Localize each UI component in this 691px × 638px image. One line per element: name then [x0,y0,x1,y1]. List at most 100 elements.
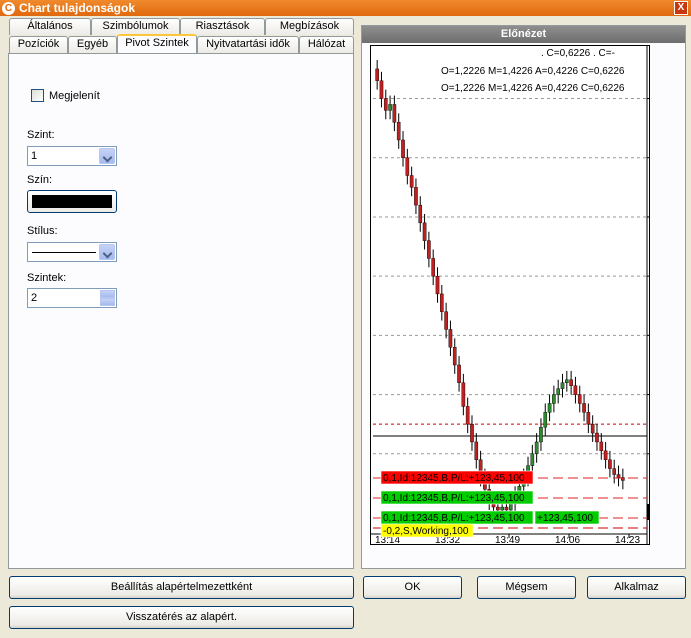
candle-body [427,240,431,259]
show-label: Megjelenít [49,90,100,102]
candle-body [388,104,392,111]
candle-body [465,406,470,425]
candle-body [457,364,461,383]
show-checkbox[interactable] [31,89,44,102]
line-style-preview [32,252,96,253]
candle-body [616,474,621,478]
stepper-down-icon[interactable] [100,298,115,306]
candle-body [586,412,591,425]
tab-nyitvatartasi-idok[interactable]: Nyitvatartási idők [197,36,299,53]
candle-body [452,347,457,366]
x-tick-label: 14:23 [615,535,640,544]
candle-body [552,394,556,404]
color-label: Szín: [27,174,53,186]
candle-body [414,187,418,206]
candle-body [565,379,569,383]
candle-body [470,423,474,443]
window-title: Chart tulajdonságok [19,1,136,15]
candle-body [440,293,444,312]
color-picker-button[interactable] [27,190,117,213]
candle-body [500,506,504,511]
candle-body [431,258,435,277]
candle-body [418,204,423,224]
tab-megbizasok[interactable]: Megbízások [265,18,354,35]
revert-default-button[interactable]: Visszatérés az alapért. [9,606,354,629]
tab-szimbolumok[interactable]: Szimbólumok [91,18,180,35]
tab-egyeb[interactable]: Egyéb [68,36,117,53]
tab-halozat[interactable]: Hálózat [299,36,354,53]
preview-chart: 7,00006,00005,00004,00003,00002,00001,00… [370,45,650,545]
set-default-button[interactable]: Beállítás alapértelmezettként [9,576,354,599]
candle-body [612,468,617,475]
order-label-text: 0,1,Id:12345,B,P/L:+123,45,100 [383,473,525,484]
candle-body [474,441,479,460]
candle-body [603,450,608,460]
candle-body [595,432,599,443]
chevron-down-icon[interactable] [99,148,115,164]
price-marker [647,504,649,520]
candle-body [422,222,427,241]
info-line-1: . C=0,6226 . C=- [541,48,615,59]
candlestick-chart: 7,00006,00005,00004,00003,00002,00001,00… [371,46,649,544]
order-label-text: -0,2,S,Working,100 [383,526,469,537]
style-select[interactable] [27,242,117,262]
candle-body [461,382,466,407]
candle-body [590,423,595,434]
candle-body [508,503,513,511]
level-value: 1 [31,150,38,162]
candle-body [405,157,410,176]
tab-poziciok[interactable]: Pozíciók [9,36,68,53]
candle-body [547,403,552,413]
levels-value: 2 [31,292,38,304]
tab-riasztasok[interactable]: Riasztások [180,18,265,35]
order-label-text: 0,1,Id:12345,B,P/L:+123,45,100 [383,493,525,504]
apply-button[interactable]: Alkalmaz [587,576,686,599]
order-label-text: 0,1,Id:12345,B,P/L:+123,45,100 [383,513,525,524]
app-icon: C [2,1,15,15]
cancel-button[interactable]: Mégsem [477,576,576,599]
level-select[interactable]: 1 [27,146,117,166]
levels-stepper[interactable]: 2 [27,288,117,308]
info-line-3: O=1,2226 M=1,4226 A=0,4226 C=0,6226 [441,83,625,94]
candle-body [396,122,401,141]
candle-body [444,311,448,330]
candle-body [608,459,612,469]
color-swatch [32,195,112,208]
info-line-2: O=1,2226 M=1,4226 A=0,4226 C=0,6226 [441,66,625,77]
candle-body [543,412,548,428]
candle-body [401,139,405,158]
order-label-text: +123,45,100 [537,513,593,524]
candle-body [560,382,565,389]
candle-body [448,329,453,348]
candle-body [530,453,535,466]
candle-body [573,385,578,395]
stepper-up-icon[interactable] [100,290,115,298]
title-bar: C Chart tulajdonságok X [0,0,691,16]
candle-body [582,403,586,413]
candle-body [379,80,384,99]
candle-body [577,394,582,404]
preview-header: Előnézet [362,26,685,43]
candle-body [383,98,388,111]
candle-body [569,379,573,386]
x-tick-label: 13:49 [495,535,520,544]
x-tick-label: 14:06 [555,535,580,544]
candle-body [409,175,414,188]
close-button[interactable]: X [674,1,688,15]
pivot-settings-panel [8,53,354,569]
candle-body [599,441,604,452]
tab-pivot-szintek[interactable]: Pivot Szintek [117,34,197,53]
candle-body [556,388,560,395]
level-label: Szint: [27,129,55,141]
candle-body [496,506,500,511]
chevron-down-icon[interactable] [99,244,115,260]
candle-body [392,104,397,123]
candle-body [534,441,539,454]
candle-body [435,275,440,295]
levels-label: Szintek: [27,272,67,284]
candle-body [375,68,379,81]
tab-altalanos[interactable]: Általános [9,18,91,35]
style-label: Stílus: [27,225,58,237]
candle-body [504,506,509,511]
ok-button[interactable]: OK [363,576,462,599]
